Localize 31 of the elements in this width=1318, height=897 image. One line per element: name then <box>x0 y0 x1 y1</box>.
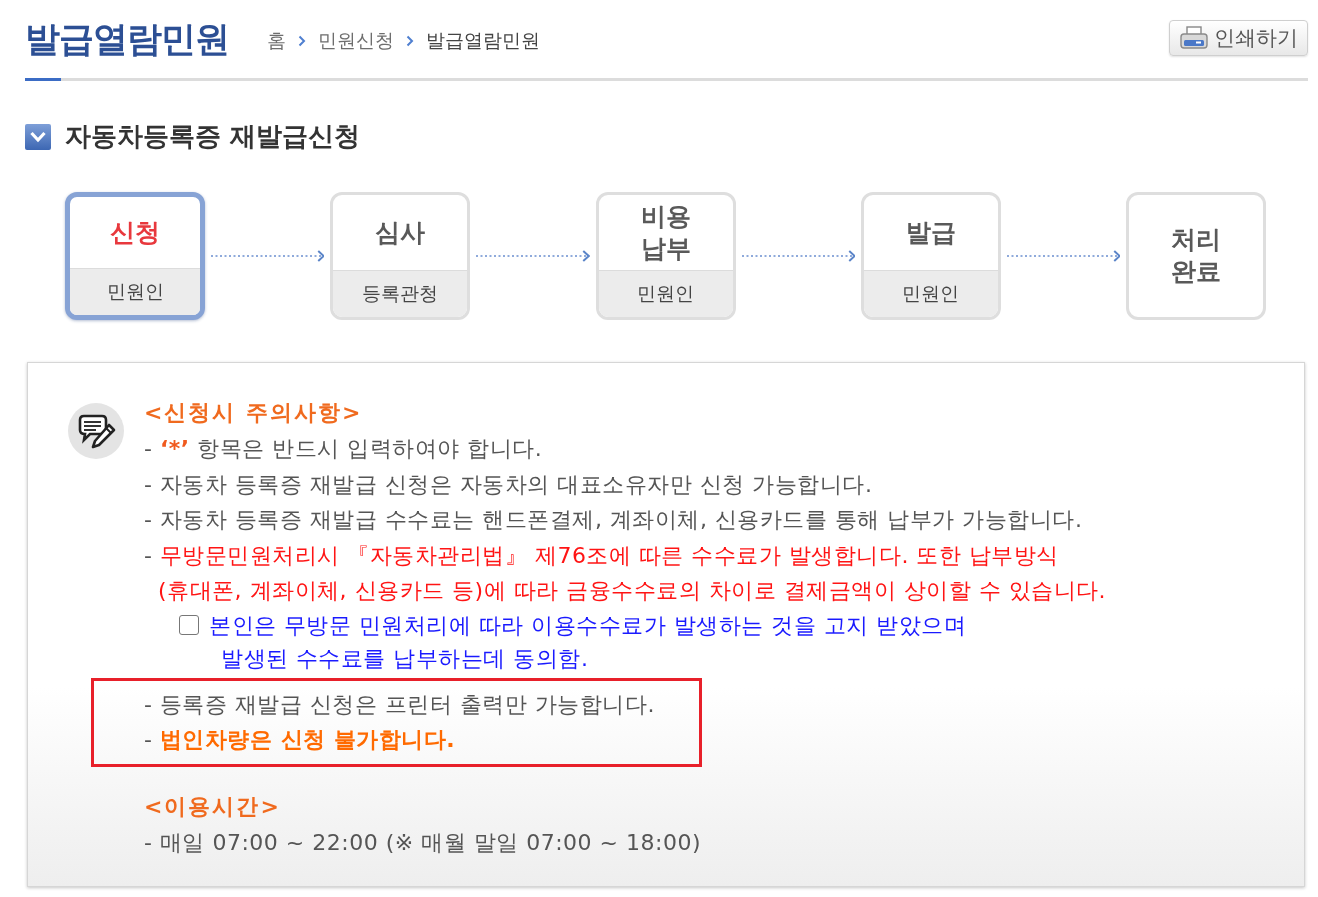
checkbox[interactable] <box>179 614 199 635</box>
chevron-right-icon <box>406 35 414 47</box>
note-text: - 등록증 재발급 신청은 프린터 출력만 가능합니다. <box>144 690 655 719</box>
memo-pencil-icon <box>68 403 124 459</box>
step-title: 심사 <box>375 216 426 249</box>
page-title: 발급열람민원 <box>25 17 229 61</box>
step-title: 신청 <box>110 216 160 249</box>
step-title: 비용 납부 <box>640 200 691 265</box>
notice-heading: <신청시 주의사항> <box>144 399 364 427</box>
emphasis-text: - 법인차량은 신청 불가합니다. <box>144 726 457 754</box>
usage-heading: <이용시간> <box>144 792 282 821</box>
step-actor-label: 민원인 <box>70 268 200 315</box>
breadcrumb-link[interactable]: 홈 <box>267 28 286 54</box>
step-actor-label: 민원인 <box>863 270 998 317</box>
chevron-down-square-icon <box>25 123 51 150</box>
note-text: - 자동차 등록증 재발급 신청은 자동차의 대표소유자만 신청 가능합니다. <box>144 470 874 499</box>
consent-text: 본인은 무방문 민원처리에 따라 이용수수료가 발생하는 것을 고지 받았으며 발생된 수수료를 납부하는데 동의함. <box>209 611 967 673</box>
note-text: - 자동차 등록증 재발급 수수료는 핸드폰결제, 계좌이체, 신용카드를 통해 납부가 가능합니다. <box>144 506 1084 534</box>
section-title: 자동차등록증 재발급신청 <box>65 120 361 153</box>
printer-icon <box>1180 26 1208 50</box>
step-title: 발급 <box>905 216 956 249</box>
step-actor-label: 민원인 <box>598 270 733 317</box>
note-text: - 매일 07:00 ~ 22:00 (※ 매월 말일 07:00 ~ 18:00) <box>144 828 702 857</box>
step-title: 처리 완료 <box>1171 224 1221 288</box>
breadcrumb-link[interactable]: 발급열람민원 <box>426 28 540 54</box>
step-actor-label: 등록관청 <box>333 270 468 317</box>
note-text: - ‘*’ 항목은 반드시 입력하여야 합니다. <box>144 435 544 463</box>
chevron-right-icon <box>298 35 306 47</box>
print-button[interactable]: 인쇄하기 <box>1169 20 1308 56</box>
breadcrumb-link[interactable]: 민원신청 <box>318 28 394 54</box>
warning-text: - 무방문민원처리시 『자동차관리법』 제76조에 따른 수수료가 발생합니다. 또한 납부방식 (휴대폰, 계좌이체, 신용카드 등)에 따라 금융수수료의 차이로 결제금액이 상이할 수 있습니다. <box>144 541 1108 605</box>
